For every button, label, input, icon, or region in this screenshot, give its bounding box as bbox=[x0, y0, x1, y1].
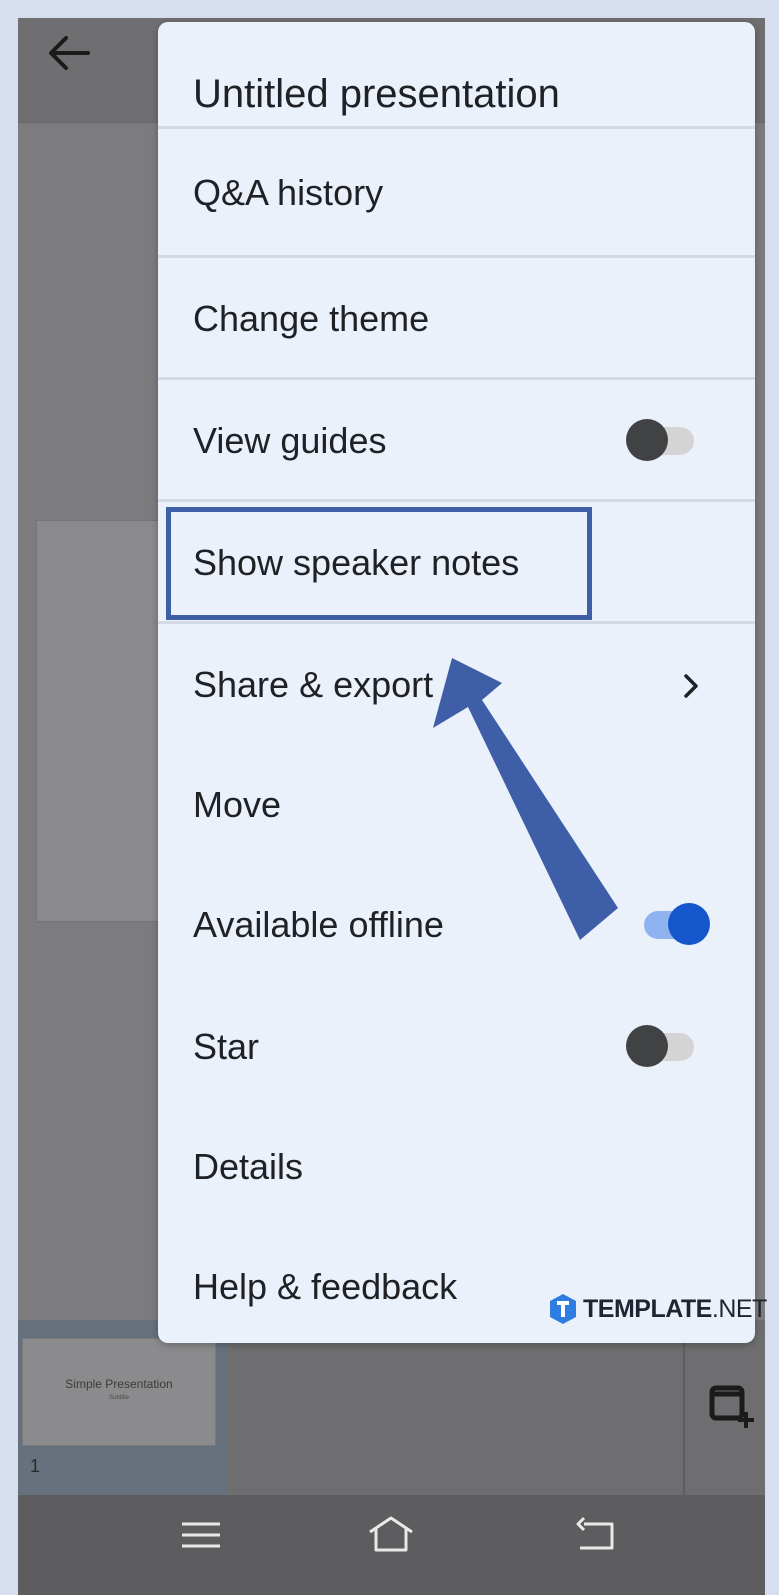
menu-item-label: Move bbox=[193, 784, 282, 825]
screen: Simple Presentation Subtitle 1 Untitled … bbox=[0, 0, 779, 1595]
toggle-knob bbox=[626, 1025, 668, 1067]
menu-item-move[interactable]: Move bbox=[158, 744, 755, 860]
slide-number: 1 bbox=[30, 1456, 41, 1476]
highlight-box bbox=[166, 507, 592, 620]
back-nav-icon[interactable] bbox=[572, 1512, 622, 1558]
outer-frame-top bbox=[0, 0, 779, 18]
outer-frame-left bbox=[0, 0, 18, 1595]
template-net-watermark: TEMPLATE.NET bbox=[549, 1292, 767, 1328]
overflow-menu: Untitled presentation Q&A history Change… bbox=[158, 22, 755, 1343]
watermark-suffix: .NET bbox=[711, 1295, 767, 1323]
menu-item-change-theme[interactable]: Change theme bbox=[158, 258, 755, 374]
thumbnail-subtitle: Subtitle bbox=[108, 1395, 129, 1401]
menu-divider bbox=[158, 126, 755, 129]
available-offline-toggle[interactable] bbox=[640, 902, 720, 946]
watermark-text: TEMPLATE.NET bbox=[583, 1295, 767, 1324]
menu-item-label: Change theme bbox=[193, 298, 430, 339]
menu-item-label: Star bbox=[193, 1026, 260, 1067]
menu-item-available-offline[interactable]: Available offline bbox=[158, 864, 755, 980]
menu-item-qa-history[interactable]: Q&A history bbox=[158, 134, 755, 250]
filmstrip-divider bbox=[683, 1340, 685, 1495]
home-icon[interactable] bbox=[366, 1512, 416, 1558]
thumbnail-title: Simple Presentation bbox=[65, 1377, 173, 1391]
menu-title: Untitled presentation bbox=[193, 72, 560, 116]
chevron-right-icon bbox=[684, 674, 698, 698]
recent-apps-icon[interactable] bbox=[176, 1512, 226, 1558]
toggle-knob bbox=[668, 903, 710, 945]
menu-item-share-export[interactable]: Share & export bbox=[158, 624, 755, 740]
star-toggle[interactable] bbox=[626, 1024, 706, 1068]
menu-item-star[interactable]: Star bbox=[158, 984, 755, 1100]
menu-item-details[interactable]: Details bbox=[158, 1104, 755, 1220]
menu-item-label: Details bbox=[193, 1146, 304, 1187]
menu-item-label: Help & feedback bbox=[193, 1266, 458, 1307]
view-guides-toggle[interactable] bbox=[626, 418, 706, 462]
toggle-knob bbox=[626, 419, 668, 461]
slide-canvas[interactable] bbox=[36, 520, 168, 922]
menu-item-view-guides[interactable]: View guides bbox=[158, 380, 755, 496]
menu-item-label: Share & export bbox=[193, 664, 434, 705]
watermark-brand: TEMPLATE bbox=[583, 1295, 712, 1323]
outer-frame-right bbox=[765, 0, 779, 1595]
template-logo-icon bbox=[550, 1294, 576, 1324]
menu-item-label: Available offline bbox=[193, 904, 444, 945]
back-arrow-icon[interactable] bbox=[44, 32, 92, 74]
slide-thumbnail[interactable]: Simple Presentation Subtitle bbox=[22, 1338, 216, 1446]
menu-item-label: View guides bbox=[193, 420, 387, 461]
menu-item-label: Q&A history bbox=[193, 172, 384, 213]
add-slide-icon[interactable] bbox=[706, 1382, 756, 1430]
